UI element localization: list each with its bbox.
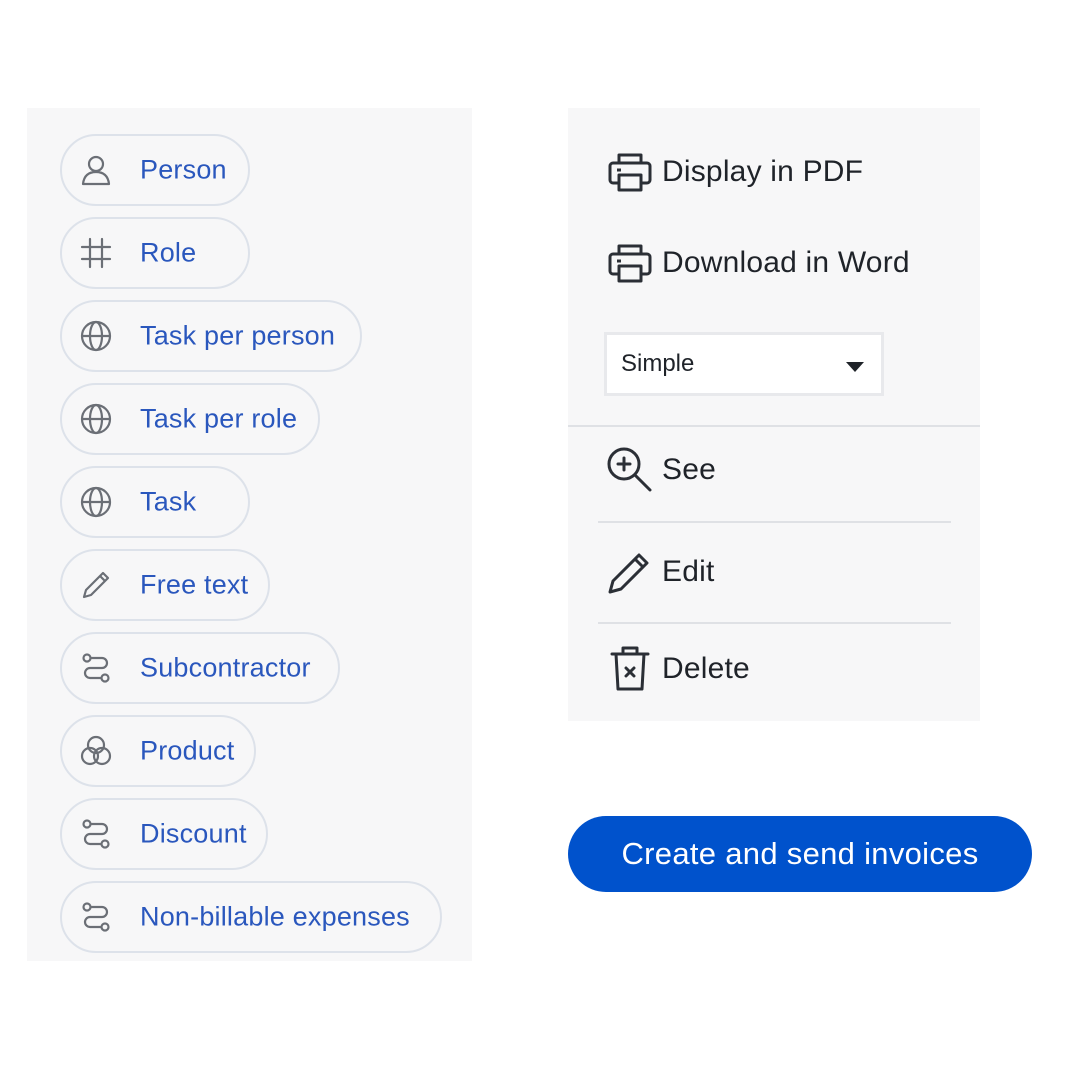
pill-label: Role (140, 237, 197, 268)
route-icon (76, 897, 116, 937)
route-icon (76, 814, 116, 854)
pill-label: Task (140, 486, 197, 517)
line-type-panel: Person Role Task per person Task per rol… (27, 108, 472, 961)
display-pdf-button[interactable]: Display in PDF (602, 144, 863, 200)
invoice-actions-panel: Display in PDF Download in Word Simple S… (568, 108, 980, 721)
pill-subcontractor[interactable]: Subcontractor (60, 632, 340, 704)
pencil-icon (76, 565, 116, 605)
globe-icon (76, 482, 116, 522)
template-select[interactable]: Simple (604, 332, 884, 396)
globe-icon (76, 316, 116, 356)
pencil-icon (602, 544, 658, 600)
pill-task-per-role[interactable]: Task per role (60, 383, 320, 455)
caret-down-icon (845, 361, 865, 373)
display-pdf-label: Display in PDF (662, 155, 864, 188)
edit-button[interactable]: Edit (602, 544, 715, 600)
create-and-send-invoices-button[interactable]: Create and send invoices (568, 816, 1032, 892)
pill-label: Product (140, 735, 235, 766)
action-divider (598, 521, 951, 523)
cta-label: Create and send invoices (621, 836, 979, 871)
download-word-button[interactable]: Download in Word (602, 235, 910, 291)
see-button[interactable]: See (602, 442, 716, 498)
pill-label: Task per role (140, 403, 298, 434)
printer-icon (602, 235, 658, 291)
delete-button[interactable]: Delete (602, 641, 750, 697)
section-divider (568, 425, 980, 427)
person-icon (76, 150, 116, 190)
pill-task[interactable]: Task (60, 466, 250, 538)
pill-label: Subcontractor (140, 652, 311, 683)
download-word-label: Download in Word (662, 246, 910, 279)
pill-label: Person (140, 154, 227, 185)
product-icon (76, 731, 116, 771)
template-select-value: Simple (621, 350, 695, 377)
pill-role[interactable]: Role (60, 217, 250, 289)
pill-task-per-person[interactable]: Task per person (60, 300, 362, 372)
pill-free-text[interactable]: Free text (60, 549, 270, 621)
pill-label: Free text (140, 569, 249, 600)
action-divider (598, 622, 951, 624)
pill-product[interactable]: Product (60, 715, 256, 787)
pill-non-billable-expenses[interactable]: Non-billable expenses (60, 881, 442, 953)
pill-person[interactable]: Person (60, 134, 250, 206)
globe-icon (76, 399, 116, 439)
route-icon (76, 648, 116, 688)
printer-icon (602, 144, 658, 200)
zoom-in-icon (602, 442, 658, 498)
pill-label: Task per person (140, 320, 336, 351)
pill-label: Non-billable expenses (140, 901, 410, 932)
pill-label: Discount (140, 818, 247, 849)
trash-icon (602, 641, 658, 697)
hash-icon (76, 233, 116, 273)
see-label: See (662, 453, 716, 486)
edit-label: Edit (662, 555, 715, 588)
delete-label: Delete (662, 652, 750, 685)
pill-discount[interactable]: Discount (60, 798, 268, 870)
